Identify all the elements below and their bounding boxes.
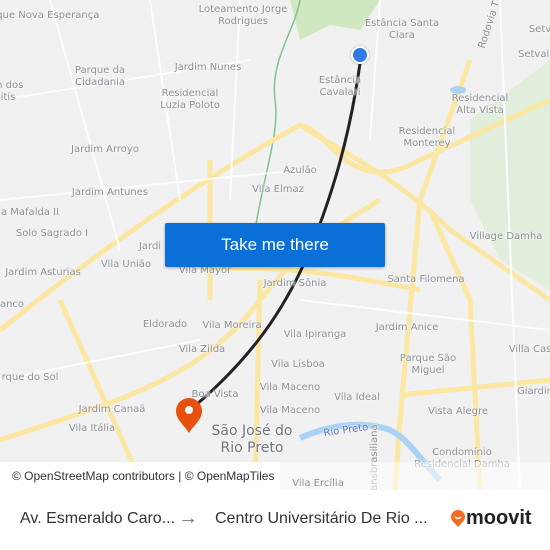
city-label: São José do Rio Preto xyxy=(211,423,293,456)
place-label: Village Damha xyxy=(469,231,543,242)
take-me-there-button[interactable]: Take me there xyxy=(165,223,385,267)
place-label: Vista Alegre xyxy=(428,406,488,417)
place-label: Eldorado xyxy=(142,319,188,330)
place-label: Parque da Cidadania xyxy=(74,65,126,88)
map[interactable]: Parque Nova Esperança Loteamento Jorge R… xyxy=(0,0,550,490)
place-label: Setvall xyxy=(517,49,550,60)
place-label: Jardim Antunes xyxy=(71,187,149,198)
place-label: Jardim Nunes xyxy=(174,62,242,73)
place-label: Villa Cas xyxy=(508,344,550,355)
map-attribution[interactable]: © OpenStreetMap contributors | © OpenMap… xyxy=(0,462,281,490)
place-label: Giardin xyxy=(516,386,550,397)
moovit-pin-icon xyxy=(451,509,465,527)
place-label: Solo Sagrado I xyxy=(15,228,89,239)
place-label: Residencial Luzia Poloto xyxy=(160,88,220,111)
place-label: Vila Lisboa xyxy=(271,359,325,370)
destination-name: Centro Universitário De Rio ... xyxy=(215,510,428,527)
place-label: Jardim Sônia xyxy=(263,278,327,289)
place-label: Jardim Anice xyxy=(375,322,439,333)
place-label: rque do Sol xyxy=(1,372,59,383)
place-label: Parque Nova Esperança xyxy=(0,10,100,21)
place-label: Parque São Miguel xyxy=(399,353,457,376)
place-label: a Mafalda II xyxy=(0,207,60,218)
place-label: Jardim Arroyo xyxy=(71,144,139,155)
place-label: Estância Cavalari xyxy=(318,75,362,98)
place-label: Residencial Alta Vista xyxy=(451,93,509,116)
place-label: Vila Itália xyxy=(68,423,116,434)
place-label: Vila União xyxy=(100,259,152,270)
place-label: Vila Ipiranga xyxy=(283,329,347,340)
place-label: Residencial Monterey xyxy=(398,126,456,149)
place-label: Vila Maceno xyxy=(259,405,321,416)
place-label: Jardim Canaã xyxy=(78,404,146,415)
arrow-right-icon: → xyxy=(178,507,198,529)
place-label: anco xyxy=(0,299,25,310)
moovit-logo: moovit xyxy=(450,507,532,530)
route-footer: Av. Esmeraldo Caro... → Centro Universit… xyxy=(0,490,550,550)
place-label: Loteamento Jorge Rodrigues xyxy=(198,4,288,27)
place-label: Jardim Asturias xyxy=(5,267,81,278)
place-label: Setv xyxy=(528,24,550,35)
place-label: Vila Ercília xyxy=(292,478,344,489)
place-label: Vila Maceno xyxy=(259,382,321,393)
place-label: Santa Filomena xyxy=(387,274,465,285)
place-label: Jardi xyxy=(138,241,162,252)
place-label: Vila Zilda xyxy=(178,344,226,355)
place-label: Vila Moreira xyxy=(202,320,262,331)
origin-name: Av. Esmeraldo Caro... xyxy=(20,510,176,527)
place-label: Vila Elmaz xyxy=(252,184,304,195)
place-label: m dos itis xyxy=(0,80,24,103)
brand-name: moovit xyxy=(466,507,532,529)
place-label: Azulão xyxy=(283,165,317,176)
origin-dot-icon[interactable] xyxy=(351,46,369,64)
place-label: Estância Santa Clara xyxy=(364,18,440,41)
place-label: Vila Ideal xyxy=(334,392,380,403)
